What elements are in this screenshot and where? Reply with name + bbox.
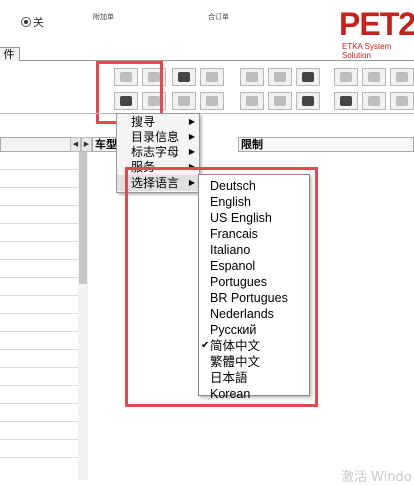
language-option[interactable]: English xyxy=(199,194,309,210)
app-logo-subtitle: ETKA System Solution xyxy=(342,42,392,60)
list-row xyxy=(0,169,78,170)
menu-item-select-language[interactable]: 选择语言 ▶ xyxy=(117,175,199,191)
submenu-arrow-icon: ▶ xyxy=(188,147,195,156)
language-option[interactable]: Deutsch xyxy=(199,178,309,194)
language-option-selected[interactable]: ✔ 简体中文 xyxy=(199,338,309,354)
prev-page-icon[interactable] xyxy=(362,68,386,86)
language-option[interactable]: BR Portugues xyxy=(199,290,309,306)
language-option-label: 简体中文 xyxy=(210,339,261,353)
keyboard-icon[interactable] xyxy=(114,92,138,110)
last-page-icon[interactable] xyxy=(362,92,386,110)
car-icon[interactable] xyxy=(172,92,196,110)
pin-icon[interactable] xyxy=(334,68,358,86)
list-row xyxy=(0,421,78,422)
checkmark-icon: ✔ xyxy=(201,340,210,351)
toolbar xyxy=(0,61,414,113)
scroll-left-icon[interactable]: ◀ xyxy=(70,137,81,152)
print-icon[interactable] xyxy=(114,68,138,86)
left-scrollbar-thumb[interactable] xyxy=(79,152,87,284)
camera-icon[interactable] xyxy=(142,92,166,110)
dsfdt-icon[interactable] xyxy=(268,68,292,86)
list-row xyxy=(0,313,78,314)
close-radio-icon[interactable] xyxy=(21,17,31,27)
menu-item-label: 目录信息 xyxy=(131,130,180,144)
list-row xyxy=(0,457,78,458)
list-row xyxy=(0,205,78,206)
list-row xyxy=(0,241,78,242)
left-header-scrollbar[interactable]: ◀ ▶ xyxy=(0,137,92,152)
language-option[interactable]: Русский xyxy=(199,322,309,338)
language-option[interactable]: US English xyxy=(199,210,309,226)
close-label: 关 xyxy=(33,16,44,29)
menu-item-catalog-info[interactable]: 目录信息 ▶ xyxy=(117,129,199,145)
language-submenu: Deutsch English US English Francais Ital… xyxy=(198,174,310,401)
cart-arrow-icon[interactable] xyxy=(296,68,320,86)
language-option[interactable]: Italiano xyxy=(199,242,309,258)
app-logo: PET2 xyxy=(339,6,414,42)
person-icon[interactable] xyxy=(142,68,166,86)
language-option[interactable]: Portugues xyxy=(199,274,309,290)
attachment-label: 附加单 xyxy=(93,13,114,21)
list-row xyxy=(0,331,78,332)
toolbar-divider xyxy=(0,113,414,114)
list-row xyxy=(0,277,78,278)
list-row xyxy=(0,349,78,350)
tab-parts[interactable]: 件 xyxy=(0,47,20,62)
language-option[interactable]: Nederlands xyxy=(199,306,309,322)
windows-activation-watermark: 激活 Windo xyxy=(341,470,412,485)
submenu-arrow-icon: ▶ xyxy=(188,178,195,187)
context-menu: 搜寻 ▶ 目录信息 ▶ 标志字母 ▶ 服务 ▶ 选择语言 ▶ xyxy=(116,113,200,193)
menu-item-label: 标志字母 xyxy=(131,145,180,159)
submenu-arrow-icon: ▶ xyxy=(188,117,195,126)
pfwdb-icon[interactable] xyxy=(240,68,264,86)
list-row xyxy=(0,367,78,368)
box-icon[interactable] xyxy=(240,92,264,110)
cart-icon[interactable] xyxy=(296,92,320,110)
column-header-restriction[interactable]: 限制 xyxy=(238,137,414,152)
list-row xyxy=(0,187,78,188)
submenu-arrow-icon: ▶ xyxy=(188,162,195,171)
binding-label: 合订单 xyxy=(208,13,229,21)
arrow-in-icon[interactable] xyxy=(200,92,224,110)
scroll-right-icon[interactable]: ▶ xyxy=(81,137,92,152)
menu-item-flag-letters[interactable]: 标志字母 ▶ xyxy=(117,144,199,160)
menu-item-label: 选择语言 xyxy=(131,176,180,190)
language-option[interactable]: Francais xyxy=(199,226,309,242)
list-row xyxy=(0,223,78,224)
first-page-icon[interactable] xyxy=(334,92,358,110)
language-option[interactable]: Korean xyxy=(199,386,309,402)
list-row xyxy=(0,439,78,440)
menu-item-service[interactable]: 服务 ▶ xyxy=(117,159,199,175)
list-row xyxy=(0,385,78,386)
menu-item-label: 搜寻 xyxy=(131,115,156,129)
submenu-arrow-icon: ▶ xyxy=(188,132,195,141)
book-icon[interactable] xyxy=(390,92,414,110)
box-remove-icon[interactable] xyxy=(268,92,292,110)
next-page-icon[interactable] xyxy=(390,68,414,86)
language-option[interactable]: 繁體中文 xyxy=(199,354,309,370)
dog-icon[interactable] xyxy=(172,68,196,86)
list-row xyxy=(0,403,78,404)
menu-item-label: 服务 xyxy=(131,160,156,174)
binoculars-icon[interactable] xyxy=(200,68,224,86)
list-row xyxy=(0,259,78,260)
list-row xyxy=(0,295,78,296)
language-option[interactable]: 日本語 xyxy=(199,370,309,386)
language-option[interactable]: Espanol xyxy=(199,258,309,274)
menu-item-search[interactable]: 搜寻 ▶ xyxy=(117,114,199,130)
